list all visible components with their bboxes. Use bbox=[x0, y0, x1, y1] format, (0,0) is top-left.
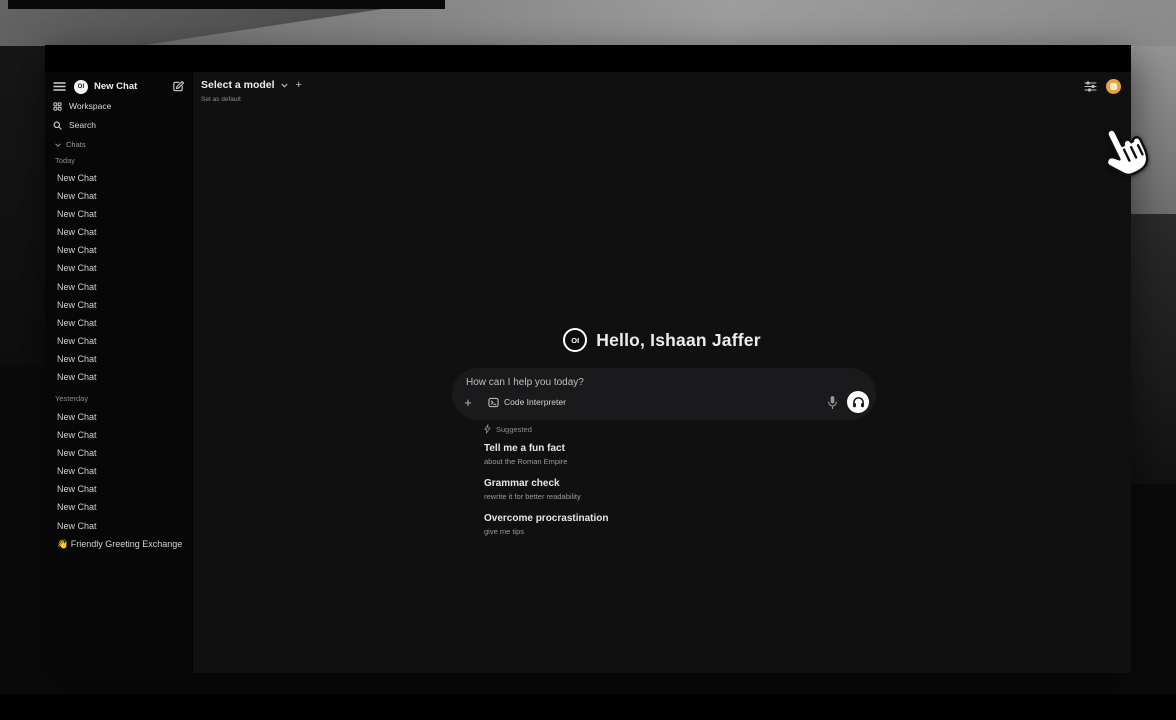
chat-list-item[interactable]: New Chat bbox=[45, 498, 192, 516]
chat-list-item[interactable]: New Chat bbox=[45, 408, 192, 426]
chat-list-item[interactable]: New Chat bbox=[45, 517, 192, 535]
chat-list-item[interactable]: 👋 Friendly Greeting Exchange bbox=[45, 535, 192, 553]
headphones-icon bbox=[852, 396, 865, 408]
wallpaper-right-lower bbox=[1130, 214, 1176, 484]
window-top-strip bbox=[45, 45, 1131, 72]
new-chat-pencil-icon[interactable] bbox=[172, 80, 185, 93]
sidebar-item-search[interactable]: Search bbox=[53, 120, 96, 130]
wallpaper-black-strip bbox=[8, 0, 445, 9]
sidebar-header: OI New Chat bbox=[53, 78, 185, 95]
workspace-label: Workspace bbox=[69, 101, 111, 111]
suggested-prompt-title: Overcome procrastination bbox=[484, 513, 804, 525]
chat-group-label-yesterday: Yesterday bbox=[55, 394, 88, 403]
chat-list-item[interactable]: New Chat bbox=[45, 462, 192, 480]
chat-list-item[interactable]: New Chat bbox=[45, 296, 192, 314]
app-window: OI New Chat Workspace Search bbox=[45, 45, 1131, 673]
chevron-down-icon bbox=[281, 83, 288, 88]
search-label: Search bbox=[69, 120, 96, 130]
wallpaper-right bbox=[1130, 46, 1176, 214]
chevron-down-icon bbox=[55, 143, 61, 147]
openwebui-logo-icon: OI bbox=[74, 80, 88, 94]
suggested-header: Suggested bbox=[484, 424, 804, 434]
sidebar: OI New Chat Workspace Search bbox=[45, 72, 193, 673]
search-icon bbox=[53, 121, 62, 130]
model-selector-label: Select a model bbox=[201, 79, 275, 91]
sidebar-toggle-icon[interactable] bbox=[53, 81, 66, 92]
openwebui-logo-icon: OI bbox=[563, 328, 587, 352]
sidebar-chats-section[interactable]: Chats bbox=[55, 140, 86, 149]
wallpaper-bottom-bar bbox=[0, 694, 1176, 720]
microphone-icon[interactable] bbox=[827, 395, 838, 410]
message-input[interactable]: How can I help you today? bbox=[466, 377, 862, 388]
chat-list-yesterday: New Chat New Chat New Chat New Chat New … bbox=[45, 408, 192, 553]
composer-toolbar: + Code Interpreter bbox=[461, 391, 869, 413]
add-model-plus-icon[interactable]: + bbox=[296, 80, 302, 91]
chat-list-today: New Chat New Chat New Chat New Chat New … bbox=[45, 169, 192, 386]
voice-mode-button[interactable] bbox=[847, 391, 869, 413]
suggested-prompt-subtitle: rewrite it for better readability bbox=[484, 492, 804, 502]
chat-list-item[interactable]: New Chat bbox=[45, 223, 192, 241]
code-interpreter-icon bbox=[488, 397, 499, 408]
attach-plus-button[interactable]: + bbox=[461, 395, 475, 409]
chats-label: Chats bbox=[66, 140, 86, 149]
code-interpreter-label: Code Interpreter bbox=[504, 397, 566, 407]
settings-sliders-icon[interactable] bbox=[1084, 81, 1097, 92]
suggested-list: Tell me a fun fact about the Roman Empir… bbox=[484, 443, 804, 537]
bolt-icon bbox=[484, 424, 491, 434]
chat-list-item[interactable]: New Chat bbox=[45, 368, 192, 386]
workspace-grid-icon bbox=[53, 102, 62, 111]
suggested-prompt-subtitle: about the Roman Empire bbox=[484, 457, 804, 467]
greeting-block: OI Hello, Ishaan Jaffer bbox=[193, 328, 1131, 352]
chat-list-item[interactable]: New Chat bbox=[45, 169, 192, 187]
sidebar-item-workspace[interactable]: Workspace bbox=[53, 101, 111, 111]
message-composer[interactable]: How can I help you today? + Code Interpr… bbox=[452, 368, 876, 420]
set-as-default-button[interactable]: Set as default bbox=[201, 96, 241, 103]
suggested-prompt[interactable]: Overcome procrastination give me tips bbox=[484, 513, 804, 537]
suggested-prompts: Suggested Tell me a fun fact about the R… bbox=[484, 424, 804, 548]
chat-list-item[interactable]: New Chat bbox=[45, 480, 192, 498]
chat-list-item[interactable]: New Chat bbox=[45, 314, 192, 332]
avatar-glyph bbox=[1110, 83, 1117, 90]
wallpaper-left bbox=[0, 46, 45, 366]
suggested-prompt-title: Grammar check bbox=[484, 478, 804, 490]
chat-list-item[interactable]: New Chat bbox=[45, 187, 192, 205]
code-interpreter-toggle[interactable]: Code Interpreter bbox=[488, 397, 566, 408]
main-panel: Select a model + Set as default OI Hello… bbox=[193, 72, 1131, 673]
sidebar-title: New Chat bbox=[94, 81, 137, 92]
suggested-prompt[interactable]: Grammar check rewrite it for better read… bbox=[484, 478, 804, 502]
chat-list-item[interactable]: New Chat bbox=[45, 241, 192, 259]
greeting-text: Hello, Ishaan Jaffer bbox=[596, 330, 760, 351]
user-avatar[interactable] bbox=[1106, 79, 1121, 94]
chat-list-item[interactable]: New Chat bbox=[45, 332, 192, 350]
chat-list-item[interactable]: New Chat bbox=[45, 350, 192, 368]
header-actions bbox=[1084, 79, 1121, 94]
suggested-prompt[interactable]: Tell me a fun fact about the Roman Empir… bbox=[484, 443, 804, 467]
chat-list-item[interactable]: New Chat bbox=[45, 444, 192, 462]
chat-list-item[interactable]: New Chat bbox=[45, 205, 192, 223]
model-selector[interactable]: Select a model + bbox=[201, 79, 302, 91]
suggested-prompt-title: Tell me a fun fact bbox=[484, 443, 804, 455]
suggested-prompt-subtitle: give me tips bbox=[484, 527, 804, 537]
chat-list-item[interactable]: New Chat bbox=[45, 278, 192, 296]
suggested-label: Suggested bbox=[496, 425, 532, 434]
chat-list-item[interactable]: New Chat bbox=[45, 426, 192, 444]
chat-group-label-today: Today bbox=[55, 156, 75, 165]
chat-list-item[interactable]: New Chat bbox=[45, 259, 192, 277]
